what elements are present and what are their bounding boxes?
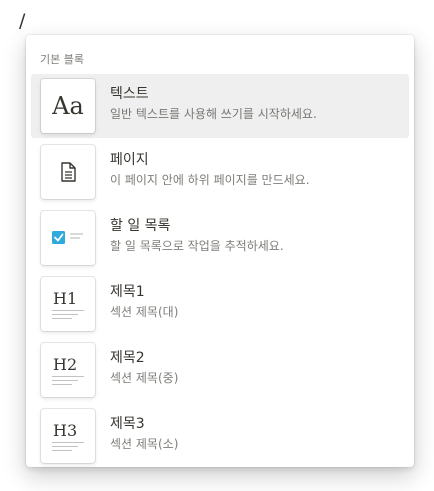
menu-item-heading1[interactable]: H1 제목1 섹션 제목(대) (31, 272, 409, 336)
menu-item-title: 제목2 (110, 350, 145, 366)
menu-item-title: 제목3 (110, 416, 145, 432)
menu-item-title: 할 일 목록 (110, 218, 171, 234)
menu-item-title: 제목1 (110, 284, 145, 300)
heading1-icon: H1 (41, 277, 95, 331)
menu-item-description: 할 일 목록으로 작업을 추적하세요. (110, 239, 284, 253)
menu-item-heading3[interactable]: H3 제목3 섹션 제목(소) (31, 404, 409, 467)
menu-item-description: 일반 텍스트를 사용해 쓰기를 시작하세요. (110, 107, 317, 121)
menu-item-heading2[interactable]: H2 제목2 섹션 제목(중) (31, 338, 409, 402)
page-document-icon (41, 145, 95, 199)
menu-item-description: 섹션 제목(소) (110, 437, 179, 451)
menu-item-description: 이 페이지 안에 하위 페이지를 만드세요. (110, 173, 310, 187)
block-type-menu: 기본 블록 Aa 텍스트 일반 텍스트를 사용해 쓰기를 시작하세요. 페이지 … (26, 35, 414, 467)
menu-item-description: 섹션 제목(중) (110, 371, 179, 385)
heading2-icon: H2 (41, 343, 95, 397)
menu-item-title: 페이지 (110, 152, 149, 168)
menu-item-page[interactable]: 페이지 이 페이지 안에 하위 페이지를 만드세요. (31, 140, 409, 204)
heading3-icon: H3 (41, 409, 95, 463)
menu-item-title: 텍스트 (110, 86, 149, 102)
todo-checkbox-icon (41, 211, 95, 265)
section-title-basic-blocks: 기본 블록 (40, 53, 84, 66)
text-aa-icon: Aa (41, 79, 95, 133)
menu-item-text[interactable]: Aa 텍스트 일반 텍스트를 사용해 쓰기를 시작하세요. (31, 74, 409, 138)
menu-item-todo[interactable]: 할 일 목록 할 일 목록으로 작업을 추적하세요. (31, 206, 409, 270)
slash-command-text: / (19, 10, 26, 32)
menu-item-description: 섹션 제목(대) (110, 305, 179, 319)
